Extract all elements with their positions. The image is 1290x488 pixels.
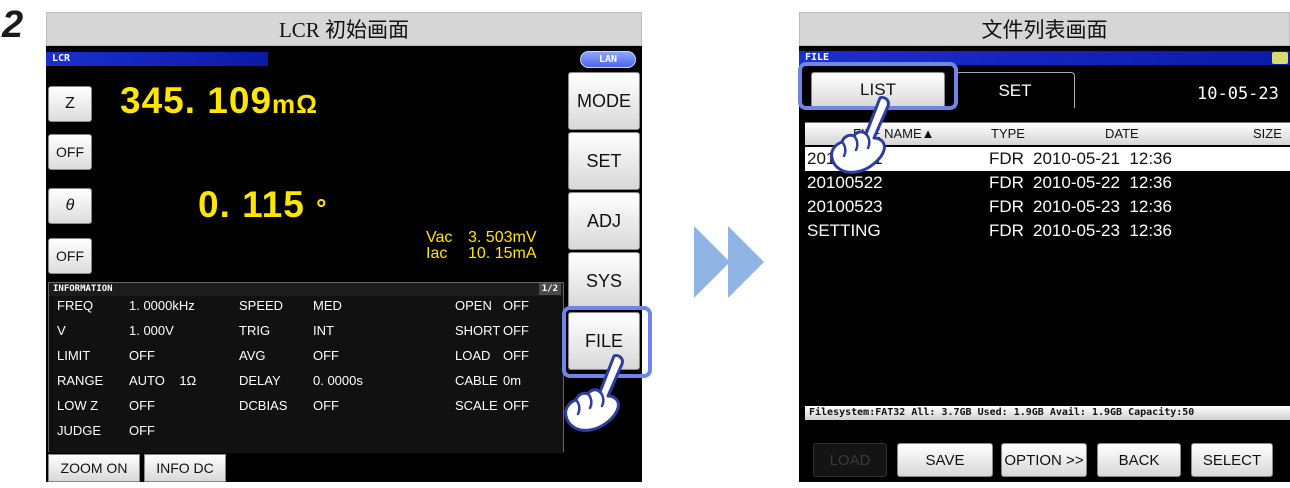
info-value: 0. 0000s: [313, 373, 363, 388]
iac-label: Iac: [426, 245, 448, 262]
info-key: SPEED: [239, 298, 284, 313]
info-value: OFF: [313, 398, 339, 413]
info-value: MED: [313, 298, 342, 313]
mode-button[interactable]: MODE: [568, 72, 640, 130]
info-key: OPEN: [455, 298, 492, 313]
information-page[interactable]: 1/2: [538, 283, 561, 295]
next-step-arrow-icon: [694, 226, 764, 298]
adj-button[interactable]: ADJ: [568, 192, 640, 250]
param-1-button[interactable]: Z: [48, 86, 92, 122]
current-date: 10-05-23: [1197, 84, 1279, 104]
lan-icon: [1272, 52, 1288, 64]
column-size[interactable]: SIZE: [1253, 126, 1282, 141]
info-value: 0m: [503, 373, 522, 388]
file-type: FDR: [989, 149, 1024, 168]
file-row[interactable]: 20100522 FDR 2010-05-22 12:36: [805, 171, 1290, 195]
info-key: AVG: [239, 348, 266, 363]
info-dc-button[interactable]: INFO DC: [144, 454, 226, 482]
pointing-hand-icon: [564, 354, 624, 432]
sys-button[interactable]: SYS: [568, 252, 640, 310]
info-key: JUDGE: [57, 423, 102, 438]
right-panel-title: 文件列表画面: [799, 12, 1290, 46]
file-date: 2010-05-23 12:36: [1033, 221, 1172, 240]
info-key: CABLE: [455, 373, 498, 388]
iac-value: 10. 15mA: [468, 245, 537, 262]
info-key: V: [57, 323, 66, 338]
info-value: AUTO 1Ω: [129, 373, 197, 388]
info-key: LIMIT: [57, 348, 91, 363]
file-type: FDR: [989, 197, 1024, 216]
file-name: 20100522: [807, 173, 883, 192]
info-key: LOAD: [455, 348, 491, 363]
info-key: SCALE: [455, 398, 498, 413]
lan-badge: LAN: [580, 51, 636, 68]
info-value: OFF: [129, 398, 155, 413]
info-value: OFF: [503, 348, 529, 363]
info-value: OFF: [129, 423, 155, 438]
param-4-button[interactable]: OFF: [48, 238, 92, 274]
info-key: TRIG: [239, 323, 271, 338]
measure-1-display: 345. 109mΩ: [120, 80, 318, 122]
filesystem-status: Filesystem:FAT32 All: 3.7GB Used: 1.9GB …: [805, 406, 1290, 420]
file-name: 20100523: [807, 197, 883, 216]
file-row[interactable]: 20100523 FDR 2010-05-23 12:36: [805, 195, 1290, 219]
information-panel: INFORMATION 1/2 FREQ 1. 0000kHz SPEED ME…: [48, 282, 564, 453]
information-body: FREQ 1. 0000kHz SPEED MED OPEN OFF V 1. …: [49, 296, 563, 453]
info-value: OFF: [503, 323, 529, 338]
measure-1-unit: mΩ: [272, 89, 318, 119]
save-button[interactable]: SAVE: [897, 443, 993, 477]
file-row[interactable]: SETTING FDR 2010-05-23 12:36: [805, 219, 1290, 243]
param-2-button[interactable]: OFF: [48, 134, 92, 170]
info-key: DCBIAS: [239, 398, 288, 413]
load-button[interactable]: LOAD: [813, 443, 887, 477]
zoom-on-button[interactable]: ZOOM ON: [48, 454, 140, 482]
info-key: FREQ: [57, 298, 94, 313]
file-date: 2010-05-21 12:36: [1033, 149, 1172, 168]
pointing-hand-icon: [830, 96, 890, 174]
information-header: INFORMATION 1/2: [49, 283, 563, 296]
lcr-screen: LCR LAN Z OFF θ OFF 345. 109mΩ 0. 115 ° …: [46, 46, 642, 482]
info-value: OFF: [129, 348, 155, 363]
info-key: RANGE: [57, 373, 104, 388]
param-3-button[interactable]: θ: [48, 188, 92, 224]
info-value: INT: [313, 323, 334, 338]
set-button[interactable]: SET: [568, 132, 640, 190]
left-panel-title: LCR 初始画面: [46, 12, 642, 46]
file-name: SETTING: [807, 221, 881, 240]
vac-value: 3. 503mV: [468, 229, 537, 246]
vac-label: Vac: [426, 229, 453, 246]
info-key: DELAY: [239, 373, 281, 388]
info-value: 1. 000V: [129, 323, 174, 338]
information-title: INFORMATION: [53, 284, 113, 294]
select-button[interactable]: SELECT: [1191, 443, 1273, 477]
file-date: 2010-05-23 12:36: [1033, 197, 1172, 216]
file-type: FDR: [989, 173, 1024, 192]
info-value: OFF: [503, 398, 529, 413]
measure-2-unit: °: [316, 193, 328, 223]
mode-title-bar: LCR: [46, 52, 268, 66]
measure-2-value: 0. 115: [198, 184, 305, 225]
info-value: 1. 0000kHz: [129, 298, 195, 313]
info-key: LOW Z: [57, 398, 99, 413]
info-value: OFF: [503, 298, 529, 313]
measure-1-value: 345. 109: [120, 80, 273, 121]
info-value: OFF: [313, 348, 339, 363]
column-type[interactable]: TYPE: [991, 126, 1025, 141]
step-number: 2: [2, 4, 24, 46]
tab-set[interactable]: SET: [955, 72, 1075, 108]
file-type: FDR: [989, 221, 1024, 240]
column-date[interactable]: DATE: [1105, 126, 1139, 141]
measure-2-display: 0. 115 °: [198, 184, 328, 226]
info-key: SHORT: [455, 323, 501, 338]
option-button[interactable]: OPTION >>: [1001, 443, 1087, 477]
file-date: 2010-05-22 12:36: [1033, 173, 1172, 192]
back-button[interactable]: BACK: [1097, 443, 1181, 477]
